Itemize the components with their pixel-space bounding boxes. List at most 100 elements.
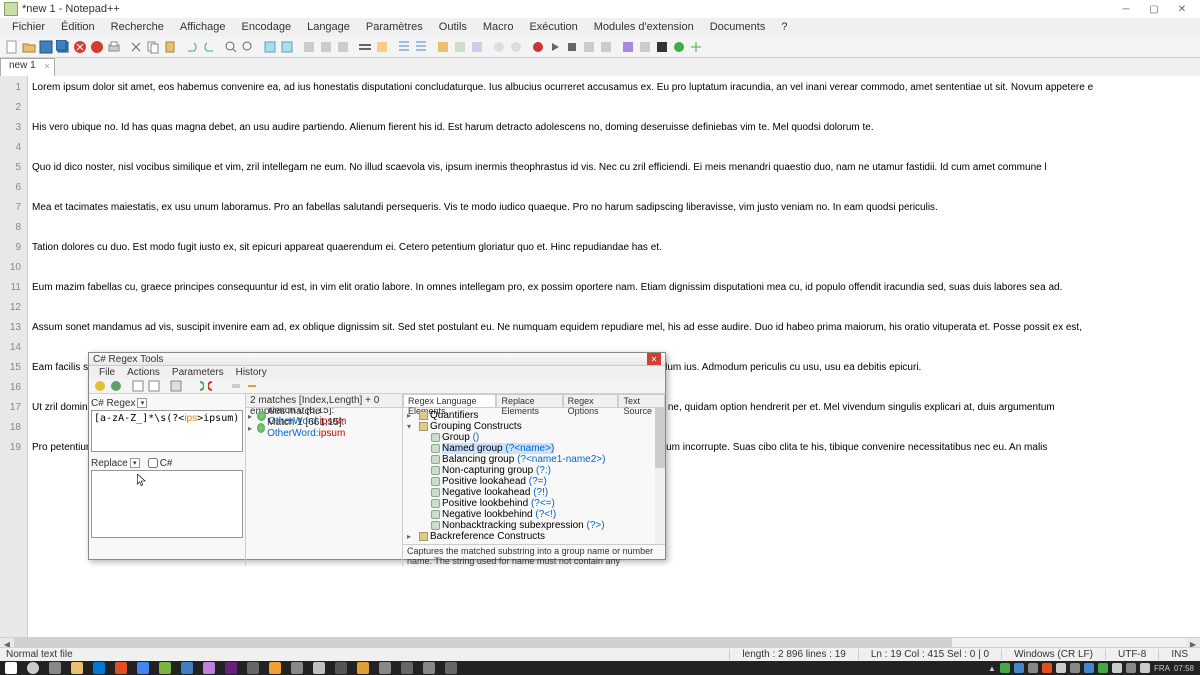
taskbar-app-icon[interactable] [110,661,132,675]
tree-row[interactable]: Nonbacktracking subexpression (?>) [407,520,661,531]
open-file-icon[interactable] [21,39,37,55]
taskbar-app-icon[interactable] [242,661,264,675]
right-tab[interactable]: Replace Elements [496,394,562,407]
tree-row[interactable]: Balancing group (?<name1-name2>) [407,454,661,465]
tool-icon[interactable] [245,379,259,393]
tray-icon[interactable] [1028,663,1038,673]
menu-item[interactable]: ? [773,19,795,35]
maximize-button[interactable]: ▢ [1146,2,1162,16]
tool-icon[interactable] [581,39,597,55]
minimize-button[interactable]: ─ [1118,2,1134,16]
tree-scrollbar[interactable] [655,408,665,544]
menu-item[interactable]: Modules d'extension [586,19,702,35]
tool-icon[interactable] [191,379,205,393]
dropdown-icon[interactable]: ▾ [130,458,140,468]
indent-icon[interactable] [396,39,412,55]
start-button[interactable] [0,661,22,675]
taskbar-app-icon[interactable] [440,661,462,675]
copy-icon[interactable] [145,39,161,55]
tool-icon[interactable] [374,39,390,55]
stop-icon[interactable] [564,39,580,55]
menu-item[interactable]: Recherche [103,19,172,35]
tree-row[interactable]: Negative lookahead (?!) [407,487,661,498]
taskbar-app-icon[interactable] [418,661,440,675]
menu-item[interactable]: Documents [702,19,774,35]
menu-item[interactable]: Édition [53,19,103,35]
tool-icon[interactable] [654,39,670,55]
tree-row[interactable]: Negative lookbehind (?<!) [407,509,661,520]
taskbar-app-icon[interactable] [352,661,374,675]
tree-row[interactable]: Positive lookahead (?=) [407,476,661,487]
tool-icon[interactable] [207,379,221,393]
tray-icon[interactable] [1014,663,1024,673]
tree-row[interactable]: ▾Grouping Constructs [407,421,661,432]
taskbar-app-icon[interactable] [154,661,176,675]
tool-icon[interactable] [131,379,145,393]
tray-icon[interactable] [1084,663,1094,673]
tool-icon[interactable] [637,39,653,55]
paste-icon[interactable] [162,39,178,55]
dropdown-icon[interactable]: ▾ [137,398,147,408]
tool-icon[interactable] [93,379,107,393]
dialog-menu-item[interactable]: File [93,366,121,379]
editor-tab[interactable]: new 1 × [0,58,55,76]
taskbar-app-icon[interactable] [264,661,286,675]
tool-icon[interactable] [671,39,687,55]
tab-close-icon[interactable]: × [44,61,49,71]
taskbar-app-icon[interactable] [198,661,220,675]
cs-checkbox[interactable] [148,458,158,468]
tool-icon[interactable] [318,39,334,55]
matches-tree[interactable]: ▸Match 0 [0,15]: OtherWord:ipsum▸Match 1… [246,408,402,566]
menu-item[interactable]: Outils [431,19,475,35]
tool-icon[interactable] [620,39,636,55]
tray-icon[interactable] [1098,663,1108,673]
elements-tree[interactable]: ▸Quantifiers▾Grouping ConstructsGroup ()… [403,408,665,544]
save-icon[interactable] [38,39,54,55]
dialog-menu-item[interactable]: Actions [121,366,166,379]
match-row[interactable]: ▸Match 1 [661,15]: OtherWord:ipsum [248,422,400,434]
taskbar-app-icon[interactable] [374,661,396,675]
taskbar-app-icon[interactable] [396,661,418,675]
menu-item[interactable]: Fichier [4,19,53,35]
search-icon[interactable] [22,661,44,675]
tool-icon[interactable] [688,39,704,55]
replace-input[interactable] [91,470,243,538]
tool-icon[interactable] [169,379,183,393]
close-all-icon[interactable] [89,39,105,55]
dialog-titlebar[interactable]: C# Regex Tools ✕ [89,353,665,366]
tool-icon[interactable] [469,39,485,55]
taskbar-app-icon[interactable] [286,661,308,675]
tray-icon[interactable] [1042,663,1052,673]
redo-icon[interactable] [201,39,217,55]
tray-icon[interactable] [1112,663,1122,673]
tree-row[interactable]: Non-capturing group (?:) [407,465,661,476]
tree-row[interactable]: Group () [407,432,661,443]
tool-icon[interactable] [357,39,373,55]
dialog-close-button[interactable]: ✕ [647,353,661,365]
tray-icon[interactable]: ▲ [988,664,996,673]
tool-icon[interactable] [301,39,317,55]
undo-icon[interactable] [184,39,200,55]
print-icon[interactable] [106,39,122,55]
replace-icon[interactable] [240,39,256,55]
tree-row[interactable]: Positive lookbehind (?<=) [407,498,661,509]
tool-icon[interactable] [508,39,524,55]
record-icon[interactable] [530,39,546,55]
tool-icon[interactable] [229,379,243,393]
tree-row[interactable]: ▸Backreference Constructs [407,531,661,542]
tray-icon[interactable] [1000,663,1010,673]
tray-icon[interactable] [1140,663,1150,673]
right-tab[interactable]: Regex Language Elements [403,394,496,407]
tray-icon[interactable] [1126,663,1136,673]
find-icon[interactable] [223,39,239,55]
menu-item[interactable]: Encodage [234,19,300,35]
save-all-icon[interactable] [55,39,71,55]
zoom-out-icon[interactable] [279,39,295,55]
tool-icon[interactable] [491,39,507,55]
taskbar-time[interactable]: 07:58 [1174,664,1194,673]
tool-icon[interactable] [598,39,614,55]
dialog-menu-item[interactable]: Parameters [166,366,230,379]
menu-item[interactable]: Macro [475,19,522,35]
tool-icon[interactable] [452,39,468,55]
new-file-icon[interactable] [4,39,20,55]
